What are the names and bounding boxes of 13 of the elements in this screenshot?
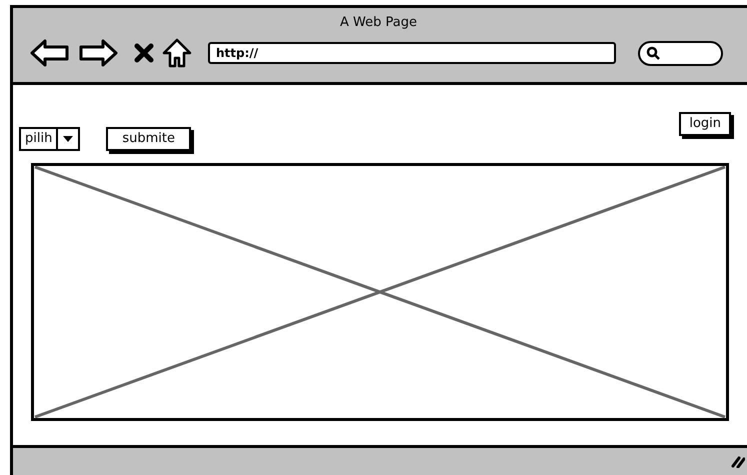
dropdown[interactable]: pilih bbox=[19, 127, 80, 151]
resize-grip-icon[interactable] bbox=[731, 454, 745, 468]
address-field[interactable]: http:// bbox=[208, 42, 616, 64]
close-icon[interactable] bbox=[134, 43, 154, 63]
back-icon[interactable] bbox=[30, 39, 70, 67]
search-icon bbox=[646, 46, 660, 60]
submit-button[interactable]: submite bbox=[106, 127, 191, 151]
search-field[interactable] bbox=[638, 40, 723, 66]
forward-icon[interactable] bbox=[78, 39, 118, 67]
window-title: A Web Page bbox=[340, 16, 417, 30]
home-icon[interactable] bbox=[162, 38, 192, 68]
caret-icon bbox=[63, 136, 74, 142]
login-button[interactable]: login bbox=[679, 112, 731, 136]
